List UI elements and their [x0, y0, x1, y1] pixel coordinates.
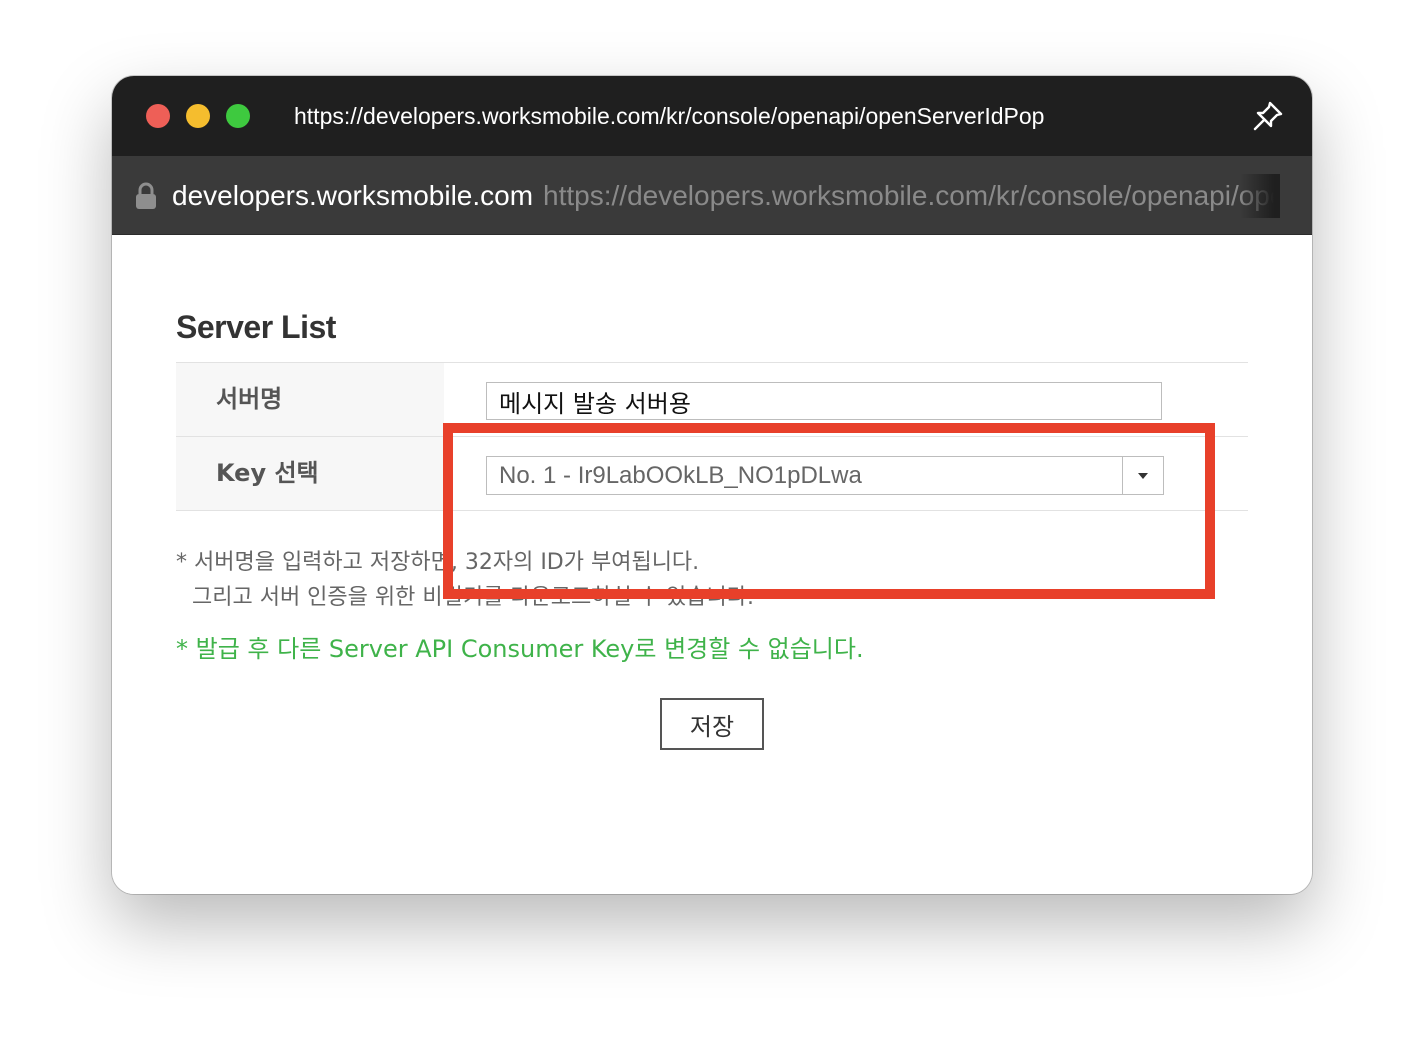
server-form-table: 서버명 Key 선택 No. 1 - Ir9LabOOkLB_NO1pDLwa [176, 362, 1248, 511]
url-host: developers.worksmobile.com [172, 180, 534, 211]
caret-down-icon [1138, 473, 1148, 479]
key-select-value: No. 1 - Ir9LabOOkLB_NO1pDLwa [499, 462, 862, 489]
url-full: https://developers.worksmobile.com/kr/co… [543, 180, 1280, 211]
title-bar: https://developers.worksmobile.com/kr/co… [112, 76, 1312, 156]
popup-window: https://developers.worksmobile.com/kr/co… [112, 76, 1312, 894]
server-name-input[interactable] [486, 382, 1162, 420]
lock-icon [134, 182, 158, 210]
pin-icon[interactable] [1250, 98, 1286, 134]
zoom-window-button[interactable] [226, 104, 250, 128]
save-button[interactable]: 저장 [660, 698, 764, 750]
section-title: Server List [176, 309, 336, 345]
minimize-window-button[interactable] [186, 104, 210, 128]
notice-line-1: * 서버명을 입력하고 저장하면, 32자의 ID가 부여됩니다. [176, 550, 700, 575]
server-name-label: 서버명 [176, 363, 444, 436]
key-select-dropdown[interactable]: No. 1 - Ir9LabOOkLB_NO1pDLwa [486, 456, 1164, 495]
window-title: https://developers.worksmobile.com/kr/co… [294, 103, 1045, 129]
key-select-row: Key 선택 No. 1 - Ir9LabOOkLB_NO1pDLwa [176, 437, 1248, 511]
url-field[interactable]: developers.worksmobile.com https://develo… [172, 174, 1280, 218]
page-content: Server List 서버명 Key 선택 No. 1 - Ir9LabOOk… [112, 235, 1312, 894]
key-select-label: Key 선택 [176, 437, 444, 510]
notice-line-2: 그리고 서버 인증을 위한 비밀키를 다운로드하실 수 있습니다. [192, 585, 754, 610]
address-bar: developers.worksmobile.com https://develo… [112, 156, 1312, 235]
select-arrow-button[interactable] [1122, 457, 1163, 494]
close-window-button[interactable] [146, 104, 170, 128]
server-name-row: 서버명 [176, 363, 1248, 437]
url-fade [1240, 174, 1280, 218]
warning-notice: * 발급 후 다른 Server API Consumer Key로 변경할 수… [176, 635, 864, 663]
